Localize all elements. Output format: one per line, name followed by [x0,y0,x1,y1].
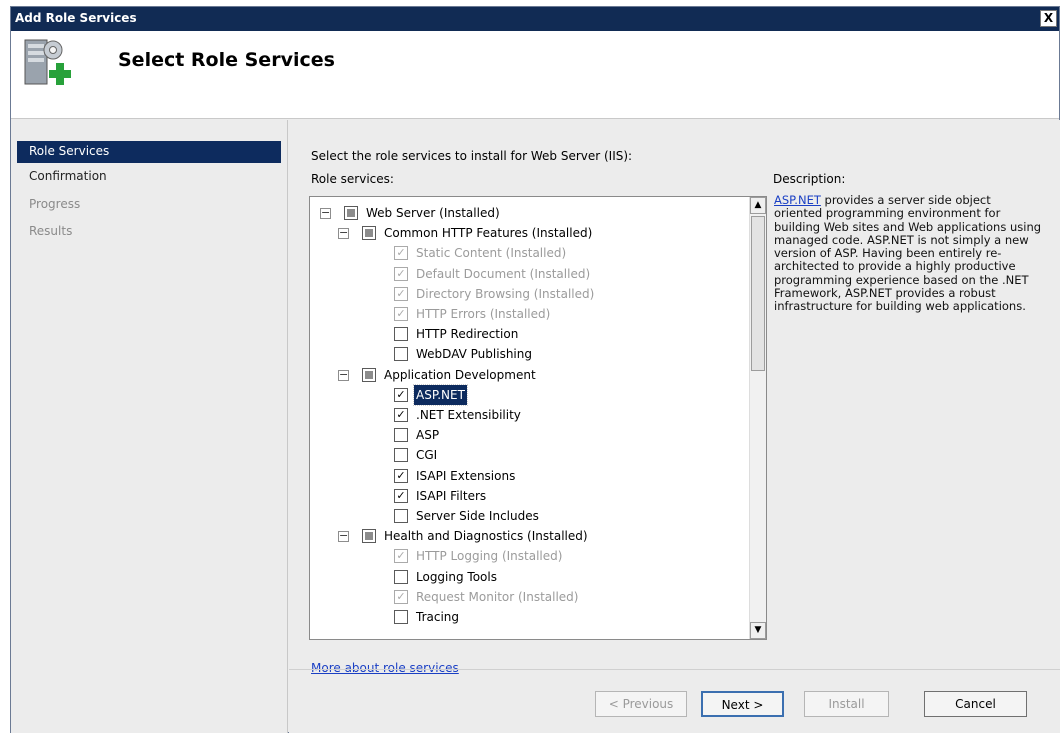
tree-scrollbar[interactable]: ▲ ▼ [749,197,766,639]
role-checkbox: ✓ [394,589,408,604]
tree-row[interactable]: ✓ ASP.NET [310,383,740,406]
role-checkbox[interactable] [362,226,376,241]
role-checkbox: ✓ [394,246,408,261]
role-checkbox[interactable] [394,610,408,624]
close-button[interactable]: X [1040,10,1057,27]
collapse-icon[interactable]: − [338,369,349,381]
tree-row[interactable]: ✓ Static Content (Installed) [310,243,740,263]
more-about-role-services-link[interactable]: More about role services [311,661,459,675]
role-service-label: Server Side Includes [416,509,539,523]
tree-row[interactable]: ✓ .NET Extensibility [310,405,740,425]
tree-row[interactable]: ✓ ISAPI Filters [310,486,740,506]
sidebar-item-confirmation[interactable]: Confirmation [17,166,281,188]
tree-row[interactable]: − Application Development [310,365,740,385]
role-services-tree[interactable]: − Web Server (Installed) − Common HTTP Feat… [309,196,767,640]
role-service-label: HTTP Logging (Installed) [416,549,563,564]
title-bar: Add Role Services X [11,7,1059,31]
role-service-label: HTTP Redirection [416,327,519,342]
role-checkbox[interactable]: ✓ [394,387,408,402]
role-service-label: HTTP Errors (Installed) [416,307,551,321]
role-service-label: Web Server (Installed) [366,206,500,220]
role-checkbox[interactable] [394,569,408,584]
role-service-label: Default Document (Installed) [416,266,591,281]
role-checkbox[interactable]: ✓ [394,468,408,483]
scroll-up-arrow-icon[interactable]: ▲ [750,197,766,214]
previous-button[interactable]: < Previous [595,691,687,717]
aspnet-description-link[interactable]: ASP.NET [774,193,821,207]
main-content: Select the role services to install for … [289,120,1060,733]
sidebar-item-results: Results [29,224,73,238]
add-role-services-window: Add Role Services X Select Role Services… [10,6,1060,733]
role-checkbox[interactable] [362,529,376,544]
scroll-thumb[interactable] [751,216,765,371]
role-checkbox[interactable] [394,428,408,443]
tree-row[interactable]: Tracing [310,607,740,627]
role-service-label: WebDAV Publishing [416,347,532,362]
role-checkbox[interactable] [394,347,408,362]
tree-row[interactable]: − Common HTTP Features (Installed) [310,223,740,243]
role-checkbox[interactable] [394,327,408,342]
tree-row[interactable]: Logging Tools [310,567,740,587]
server-add-icon [24,39,71,85]
tree-row[interactable]: WebDAV Publishing [310,344,740,364]
role-service-label: ASP.NET [413,383,468,406]
role-checkbox[interactable] [394,448,408,463]
collapse-icon[interactable]: − [338,227,349,240]
role-service-label: Static Content (Installed) [416,246,567,261]
role-checkbox: ✓ [394,266,408,281]
cancel-button[interactable]: Cancel [924,691,1027,717]
role-checkbox[interactable] [362,367,376,382]
intro-text: Select the role services to install for … [311,149,633,163]
tree-row[interactable]: CGI [310,445,740,465]
role-service-label: ISAPI Filters [416,488,487,503]
role-checkbox: ✓ [394,286,408,301]
window-title: Add Role Services [15,11,137,25]
role-service-label: .NET Extensibility [416,408,521,422]
tree-row[interactable]: HTTP Redirection [310,324,740,344]
tree-row[interactable]: − Web Server (Installed) [310,203,740,223]
tree-row[interactable]: ✓ ISAPI Extensions [310,466,740,486]
role-service-label: Health and Diagnostics (Installed) [384,529,588,544]
role-checkbox[interactable] [394,509,408,523]
wizard-header: Select Role Services [11,31,1059,119]
role-checkbox[interactable]: ✓ [394,488,408,503]
role-checkbox: ✓ [394,307,408,321]
tree-row[interactable]: ✓ Directory Browsing (Installed) [310,284,740,304]
role-services-label: Role services: [311,172,394,186]
tree-row[interactable]: ✓ Default Document (Installed) [310,264,740,284]
tree-row[interactable]: ASP [310,425,740,445]
description-heading: Description: [773,172,846,186]
role-checkbox[interactable] [344,206,358,220]
role-service-label: ASP [416,428,440,443]
footer-divider [289,669,1060,670]
tree-row[interactable]: ✓ HTTP Errors (Installed) [310,304,740,324]
description-text: ASP.NET provides a server side object or… [774,193,1042,314]
role-checkbox[interactable]: ✓ [394,408,408,422]
role-service-label: Logging Tools [416,569,497,584]
role-service-label: Request Monitor (Installed) [416,589,579,604]
role-service-label: Tracing [416,610,460,624]
page-title: Select Role Services [118,49,335,71]
role-service-label: Common HTTP Features (Installed) [384,226,593,241]
tree-row[interactable]: ✓ Request Monitor (Installed) [310,587,740,607]
role-service-label: ISAPI Extensions [416,468,516,483]
tree-row[interactable]: Server Side Includes [310,506,740,526]
wizard-steps-sidebar: Role Services Confirmation Progress Resu… [11,120,288,733]
next-button[interactable]: Next > [701,691,784,717]
role-service-label: CGI [416,448,438,463]
tree-row[interactable]: − Health and Diagnostics (Installed) [310,526,740,546]
role-service-label: Directory Browsing (Installed) [416,286,595,301]
tree-row[interactable]: ✓ HTTP Logging (Installed) [310,546,740,566]
scroll-down-arrow-icon[interactable]: ▼ [750,622,766,639]
collapse-icon[interactable]: − [320,207,331,219]
sidebar-item-progress: Progress [29,197,81,211]
role-service-label: Application Development [384,367,536,382]
role-checkbox: ✓ [394,549,408,564]
description-body: provides a server side object oriented p… [774,193,1042,314]
sidebar-item-role-services[interactable]: Role Services [17,141,281,163]
install-button[interactable]: Install [804,691,889,717]
collapse-icon[interactable]: − [338,530,349,543]
